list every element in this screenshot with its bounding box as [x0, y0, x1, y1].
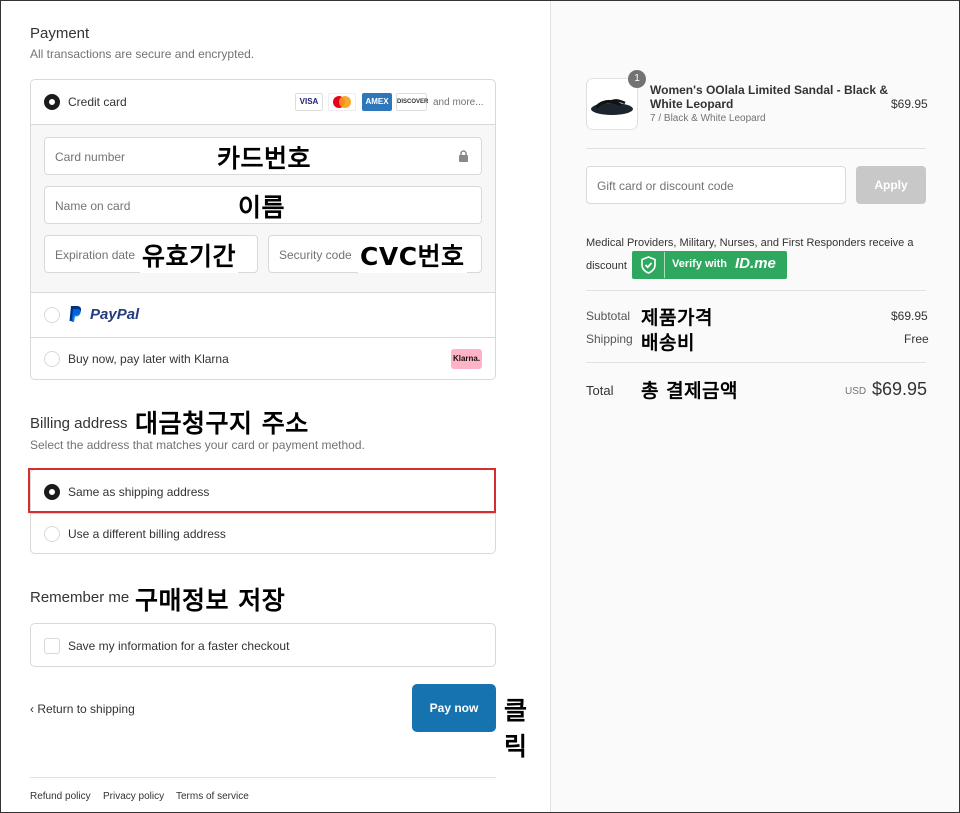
apply-button[interactable]: Apply — [856, 166, 926, 204]
total-label: Total — [586, 383, 614, 398]
highlight-box — [28, 468, 496, 513]
terms-of-service-link[interactable]: Terms of service — [176, 791, 249, 802]
mastercard-icon — [328, 93, 356, 111]
paypal-option[interactable]: PayPal — [31, 292, 495, 337]
product-variant: 7 / Black & White Leopard — [650, 113, 766, 124]
verify-divider — [664, 252, 665, 278]
annotation-remember: 구매정보 저장 — [135, 586, 286, 615]
annotation-total-amount: 총 결제금액 — [641, 380, 739, 402]
paypal-radio[interactable] — [44, 307, 60, 323]
different-address-label: Use a different billing address — [68, 527, 226, 541]
chevron-left-icon: ‹ — [30, 702, 34, 716]
annotation-click: 클릭 — [504, 696, 528, 761]
annotation-name: 이름 — [238, 193, 286, 222]
currency-code: USD — [845, 386, 867, 397]
and-more-text: and more... — [433, 97, 484, 108]
klarna-badge: Klarna. — [451, 349, 482, 369]
verify-idme-button[interactable]: Verify with ID.me — [632, 251, 787, 279]
visa-icon: VISA — [295, 93, 323, 111]
amex-icon: AMEX — [362, 93, 392, 111]
product-name: Women's OOlala Limited Sandal - Black & … — [650, 83, 889, 111]
annotation-billing: 대금청구지 주소 — [135, 409, 309, 438]
klarna-option[interactable]: Buy now, pay later with Klarna Klarna. — [31, 337, 495, 380]
summary-divider-2 — [586, 290, 926, 291]
verify-label: Verify with — [672, 258, 728, 270]
klarna-radio[interactable] — [44, 351, 60, 367]
privacy-policy-link[interactable]: Privacy policy — [103, 791, 164, 802]
payment-column: Payment All transactions are secure and … — [1, 1, 550, 812]
subtotal-value: $69.95 — [891, 309, 928, 323]
payment-title: Payment — [30, 25, 90, 42]
lock-icon — [459, 150, 468, 162]
remember-box: Save my information for a faster checkou… — [30, 623, 496, 667]
shield-check-icon — [641, 256, 656, 274]
summary-divider-3 — [586, 362, 926, 363]
shipping-label: Shipping — [586, 332, 633, 346]
quantity-badge: 1 — [628, 70, 646, 88]
checkout-page: Payment All transactions are secure and … — [0, 0, 960, 813]
paypal-label: PayPal — [90, 306, 140, 323]
remember-title: Remember me — [30, 589, 130, 606]
billing-subtitle: Select the address that matches your car… — [30, 438, 365, 452]
annotation-card-number: 카드번호 — [217, 144, 312, 173]
shipping-value: Free — [904, 332, 929, 346]
credit-card-radio[interactable] — [44, 94, 60, 110]
credit-card-label: Credit card — [68, 95, 127, 109]
discount-text: discount — [586, 260, 627, 272]
save-info-label: Save my information for a faster checkou… — [68, 639, 290, 653]
annotation-expiration: 유효기간 — [140, 237, 239, 273]
paypal-icon — [69, 306, 82, 322]
subtotal-label: Subtotal — [586, 309, 631, 323]
summary-divider-1 — [586, 148, 926, 149]
save-info-checkbox[interactable] — [44, 638, 60, 654]
payment-methods-box: Credit card VISA AMEX DISCOVER and more.… — [30, 79, 496, 380]
idme-logo: ID.me — [735, 255, 776, 272]
product-price: $69.95 — [891, 97, 928, 111]
klarna-label: Buy now, pay later with Klarna — [68, 352, 229, 366]
different-address-option[interactable]: Use a different billing address — [31, 513, 495, 554]
billing-title: Billing address — [30, 415, 128, 432]
refund-policy-link[interactable]: Refund policy — [30, 791, 91, 802]
discover-icon: DISCOVER — [396, 93, 428, 111]
medical-discount-text: Medical Providers, Military, Nurses, and… — [586, 237, 914, 249]
total-value: $69.95 — [872, 379, 928, 399]
footer-divider — [30, 777, 496, 778]
different-address-radio[interactable] — [44, 526, 60, 542]
discount-code-input[interactable]: Gift card or discount code — [586, 166, 846, 204]
card-form: Card number 카드번호 Name on card 이름 Expirat… — [31, 124, 495, 292]
annotation-shipping-fee: 배송비 — [641, 332, 695, 354]
annotation-product-price: 제품가격 — [641, 307, 713, 329]
pay-now-button[interactable]: Pay now — [412, 684, 496, 732]
annotation-cvc: CVC번호 — [358, 237, 467, 273]
return-to-shipping-link[interactable]: ‹ Return to shipping — [30, 702, 135, 716]
payment-subtitle: All transactions are secure and encrypte… — [30, 47, 255, 61]
sandal-icon — [591, 99, 633, 115]
